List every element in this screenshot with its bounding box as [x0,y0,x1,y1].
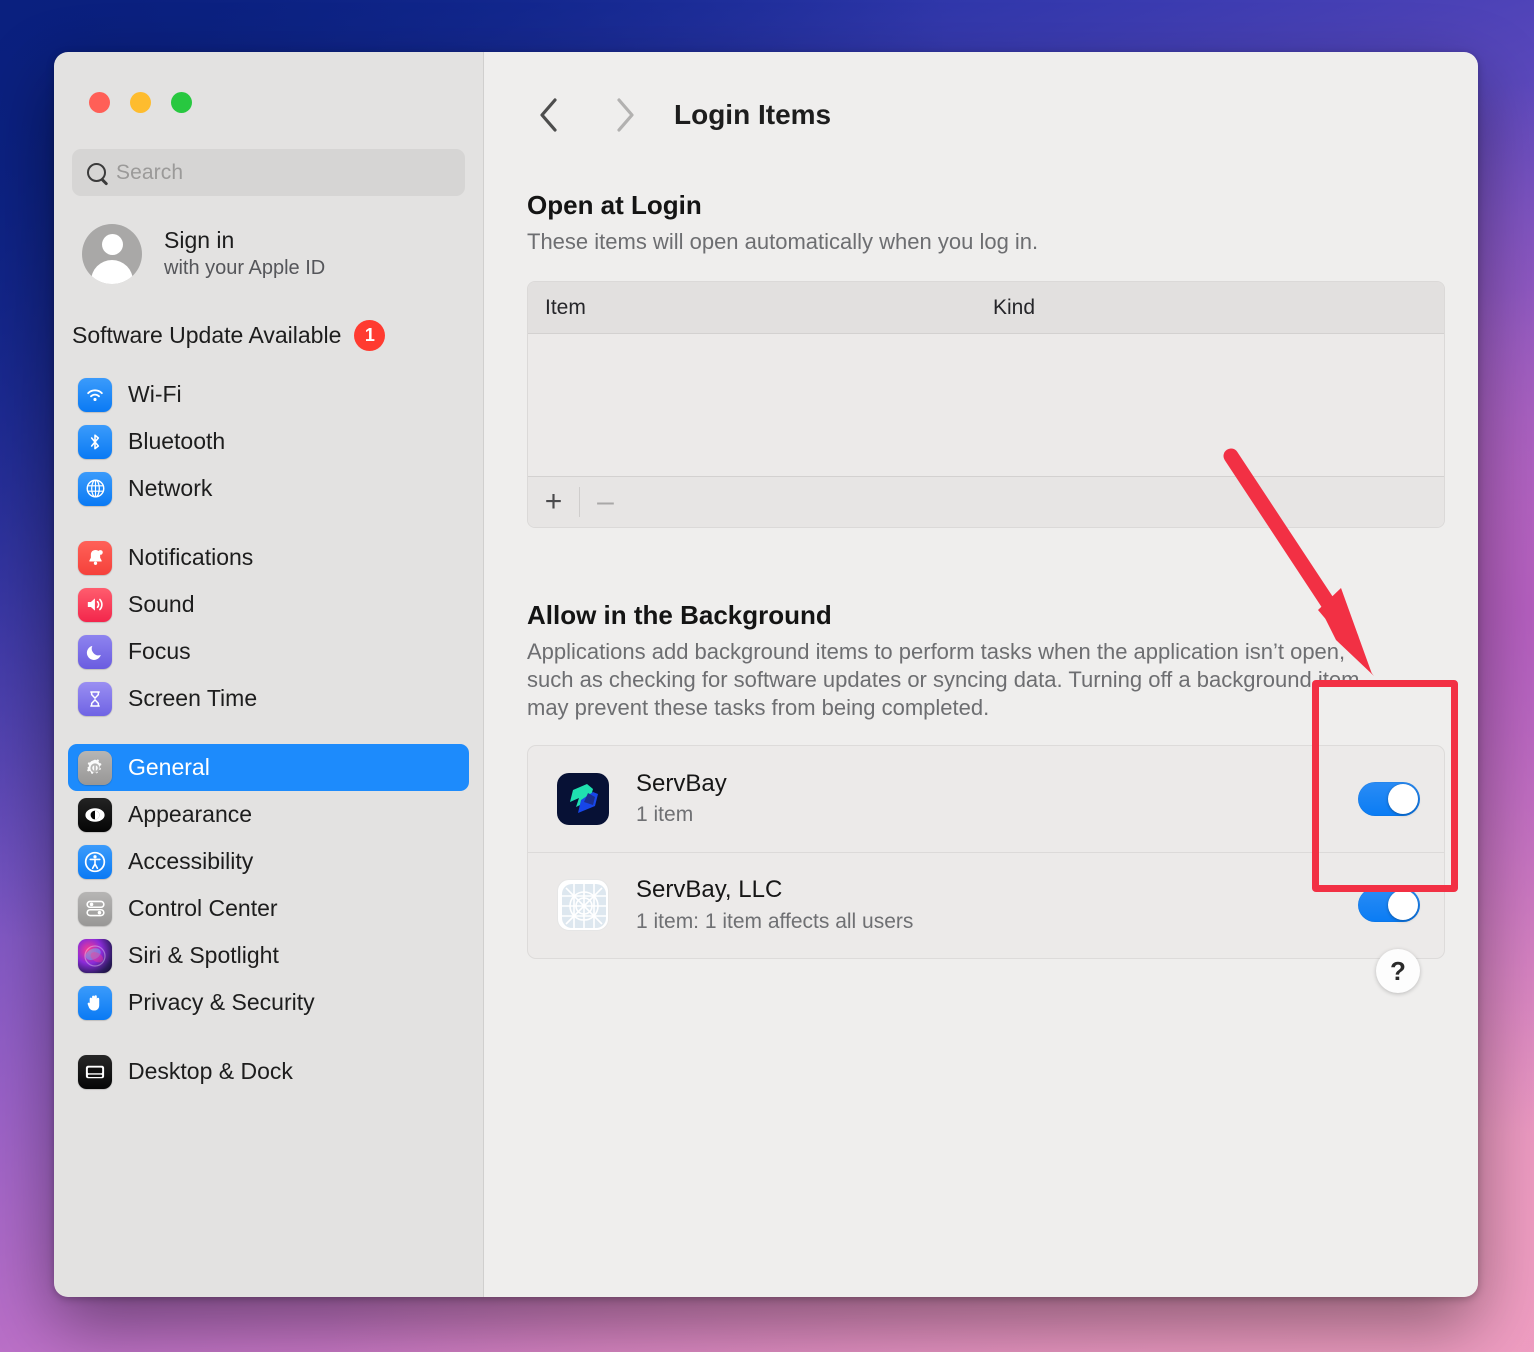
sidebar-item-label: Desktop & Dock [128,1058,293,1084]
sidebar-item-control-center[interactable]: Control Center [68,885,469,932]
sidebar-group-system: Notifications Sound Focus Screen Time [54,534,483,722]
help-button[interactable]: ? [1376,949,1420,993]
sidebar-item-desktop-and-dock[interactable]: Desktop & Dock [68,1048,469,1095]
list-item[interactable]: ServBay 1 item [528,746,1444,852]
status-badge: 1 [354,320,386,351]
sidebar-item-label: Wi-Fi [128,381,182,407]
generic-bundle-icon [557,879,609,932]
sidebar-item-label: Screen Time [128,685,258,711]
login-items-table: Item Kind + – [527,281,1445,529]
sidebar-nav: Wi-Fi Bluetooth Network Notifications So… [54,371,483,1095]
sidebar-item-bluetooth[interactable]: Bluetooth [68,418,469,465]
search-input[interactable]: Search [72,149,465,196]
column-header-kind: Kind [993,295,1036,319]
hourglass-icon [78,681,112,716]
hand-icon [78,985,112,1020]
avatar [82,224,142,284]
sidebar-item-software-update[interactable]: Software Update Available 1 [72,320,483,351]
remove-login-item-button[interactable]: – [580,477,631,528]
open-at-login-description: These items will open automatically when… [527,229,1039,254]
list-item-title: ServBay, LLC [636,876,783,904]
settings-content: Open at Login These items will open auto… [484,190,1478,959]
main-panel: Login Items Open at Login These items wi… [484,52,1478,1297]
table-body-empty[interactable] [528,334,1444,477]
sidebar-item-notifications[interactable]: Notifications [68,534,469,581]
servbay-background-toggle[interactable] [1358,781,1420,816]
background-items-list: ServBay 1 item ServBay, LLC 1 item: 1 it… [527,744,1445,959]
sidebar-item-label: Accessibility [128,848,254,874]
page-title: Login Items [674,99,832,130]
close-button[interactable] [89,92,110,113]
add-login-item-button[interactable]: + [528,477,579,528]
sidebar-item-label: Bluetooth [128,428,226,454]
bell-icon [78,540,112,575]
sidebar-item-screen-time[interactable]: Screen Time [68,675,469,722]
control-center-icon [78,891,112,926]
moon-icon [78,634,112,669]
column-header-item: Item [545,295,586,319]
servbay-app-icon [557,772,609,825]
gear-icon [78,750,112,785]
sidebar-item-siri-and-spotlight[interactable]: Siri & Spotlight [68,932,469,979]
sidebar-item-label: Appearance [128,801,253,827]
forward-chevron-icon[interactable] [598,88,652,142]
sidebar-item-label: Privacy & Security [128,989,315,1015]
search-icon [87,163,106,182]
software-update-label: Software Update Available [72,322,342,348]
siri-icon [78,938,112,973]
sidebar-item-general[interactable]: General [68,744,469,791]
sidebar-group-general: General Appearance Accessibility Control… [54,744,483,1026]
desktop-dock-icon [78,1054,112,1089]
allow-background-description: Applications add background items to per… [527,639,1360,721]
list-item-subtitle: 1 item [636,803,694,827]
sidebar: Search Sign in with your Apple ID Softwa… [54,52,484,1297]
sidebar-item-focus[interactable]: Focus [68,628,469,675]
accessibility-icon [78,844,112,879]
sidebar-item-accessibility[interactable]: Accessibility [68,838,469,885]
back-chevron-icon[interactable] [522,88,576,142]
sidebar-item-wi-fi[interactable]: Wi-Fi [68,371,469,418]
list-item-subtitle: 1 item: 1 item affects all users [636,909,914,933]
toggle-knob [1388,890,1418,921]
system-settings-window: Search Sign in with your Apple ID Softwa… [54,52,1478,1297]
sidebar-item-label: Control Center [128,895,278,921]
search-placeholder: Search [116,160,184,184]
minimize-button[interactable] [130,92,151,113]
toggle-knob [1388,783,1418,814]
bluetooth-icon [78,424,112,459]
sidebar-item-label: Notifications [128,544,254,570]
sidebar-item-label: Focus [128,638,191,664]
sidebar-item-privacy-and-security[interactable]: Privacy & Security [68,979,469,1026]
sidebar-item-label: General [128,754,210,780]
sidebar-item-label: Siri & Spotlight [128,942,279,968]
maximize-button[interactable] [171,92,192,113]
sidebar-group-connectivity: Wi-Fi Bluetooth Network [54,371,483,512]
network-icon [78,471,112,506]
appearance-icon [78,797,112,832]
table-header-row: Item Kind [528,282,1444,335]
wifi-icon [78,377,112,412]
signin-subtitle: with your Apple ID [164,257,326,280]
sidebar-item-label: Sound [128,591,195,617]
speaker-icon [78,587,112,622]
toolbar: Login Items [484,52,1478,142]
table-footer-toolbar: + – [528,476,1444,528]
sidebar-item-network[interactable]: Network [68,465,469,512]
sidebar-item-appearance[interactable]: Appearance [68,791,469,838]
sidebar-item-apple-account[interactable]: Sign in with your Apple ID [82,224,483,284]
allow-background-heading: Allow in the Background [527,600,832,631]
servbay-llc-background-toggle[interactable] [1358,888,1420,923]
list-item-title: ServBay [636,769,727,797]
sidebar-item-label: Network [128,475,213,501]
sidebar-item-sound[interactable]: Sound [68,581,469,628]
sidebar-group-desktop: Desktop & Dock [54,1048,483,1095]
signin-title: Sign in [164,226,235,253]
window-controls [54,52,483,113]
list-item[interactable]: ServBay, LLC 1 item: 1 item affects all … [528,851,1444,958]
open-at-login-heading: Open at Login [527,190,702,220]
